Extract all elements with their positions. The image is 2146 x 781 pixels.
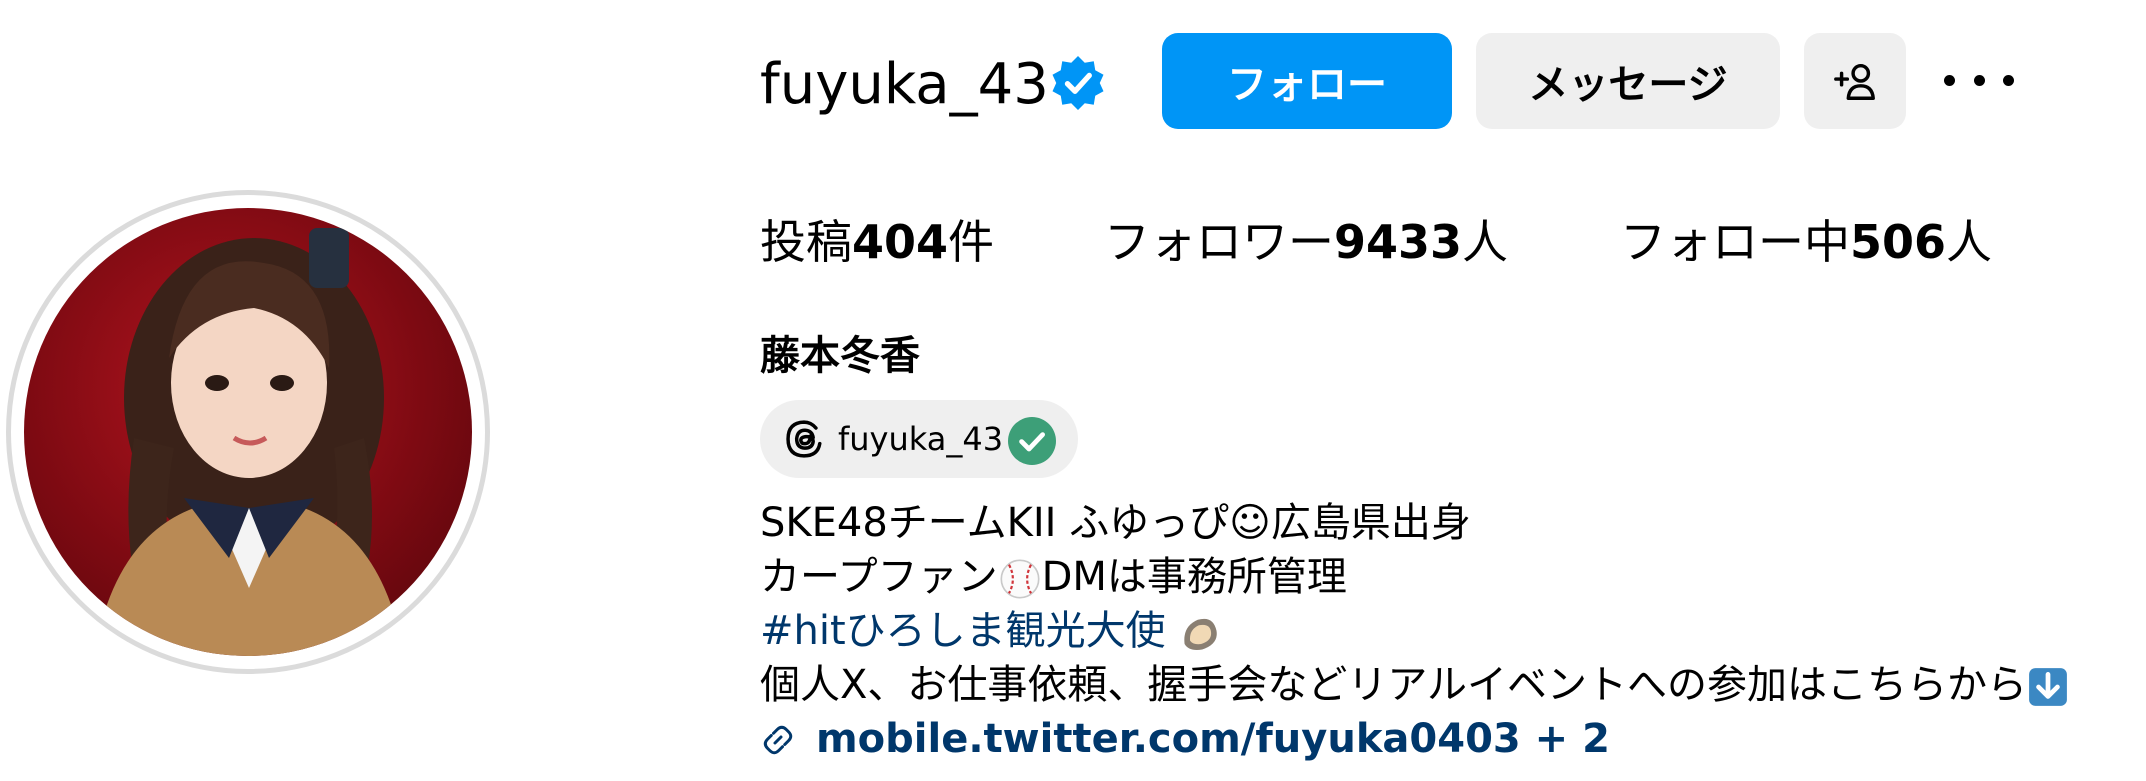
verified-badge-icon <box>1052 56 1104 110</box>
bio-text: 個人X、お仕事依頼、握手会などリアルイベントへの参加はこちらから <box>760 662 2028 708</box>
posts-label: 投稿 <box>760 215 852 269</box>
following-number: 506 <box>1850 215 1947 269</box>
suggested-accounts-button[interactable] <box>1804 33 1906 129</box>
link-text: mobile.twitter.com/fuyuka0403 + 2 <box>816 716 1610 762</box>
followers-unit: 人 <box>1462 215 1509 269</box>
follow-button[interactable]: フォロー <box>1162 33 1452 129</box>
oyster-icon <box>1184 618 1218 650</box>
followers-label: フォロワー <box>1104 215 1334 269</box>
following-label: フォロー中 <box>1620 215 1850 269</box>
baseball-icon <box>1000 559 1040 599</box>
following-link[interactable]: フォロー中506人 <box>1620 212 1992 272</box>
threads-handle: fuyuka_43 <box>838 420 1004 458</box>
display-name: 藤本冬香 <box>760 333 920 379</box>
bio-text: DMは事務所管理 <box>1041 554 1347 600</box>
avatar[interactable] <box>24 208 472 656</box>
link-icon <box>763 725 793 755</box>
profile-photo <box>94 228 404 656</box>
bio-line: カープファン DMは事務所管理 <box>760 550 1347 604</box>
down-arrow-icon <box>2029 668 2067 706</box>
more-options-icon[interactable] <box>1944 60 2014 100</box>
threads-badge[interactable]: fuyuka_43 <box>760 400 1078 478</box>
bio-line: SKE48チームKII ふゆっぴ☺広島県出身 <box>760 500 1471 546</box>
posts-unit: 件 <box>948 215 995 269</box>
username: fuyuka_43 <box>760 52 1049 117</box>
bio-line: 個人X、お仕事依頼、握手会などリアルイベントへの参加はこちらから <box>760 658 2069 712</box>
following-unit: 人 <box>1946 215 1993 269</box>
posts-number: 404 <box>852 215 949 269</box>
hashtag-link[interactable]: #hitひろしま観光大使 <box>760 604 1222 658</box>
dot <box>1973 74 1985 86</box>
threads-logo-icon <box>786 420 822 458</box>
followers-link[interactable]: フォロワー9433人 <box>1104 212 1508 272</box>
check-circle-icon <box>1008 417 1056 465</box>
dot <box>1944 74 1955 86</box>
posts-count: 投稿404件 <box>760 212 994 272</box>
hashtag-text: #hitひろしま観光大使 <box>760 608 1179 654</box>
bio-text: カープファン <box>760 554 998 600</box>
followers-number: 9433 <box>1334 215 1463 269</box>
dot <box>2003 74 2014 86</box>
message-button[interactable]: メッセージ <box>1476 33 1780 129</box>
add-person-icon <box>1834 63 1875 100</box>
